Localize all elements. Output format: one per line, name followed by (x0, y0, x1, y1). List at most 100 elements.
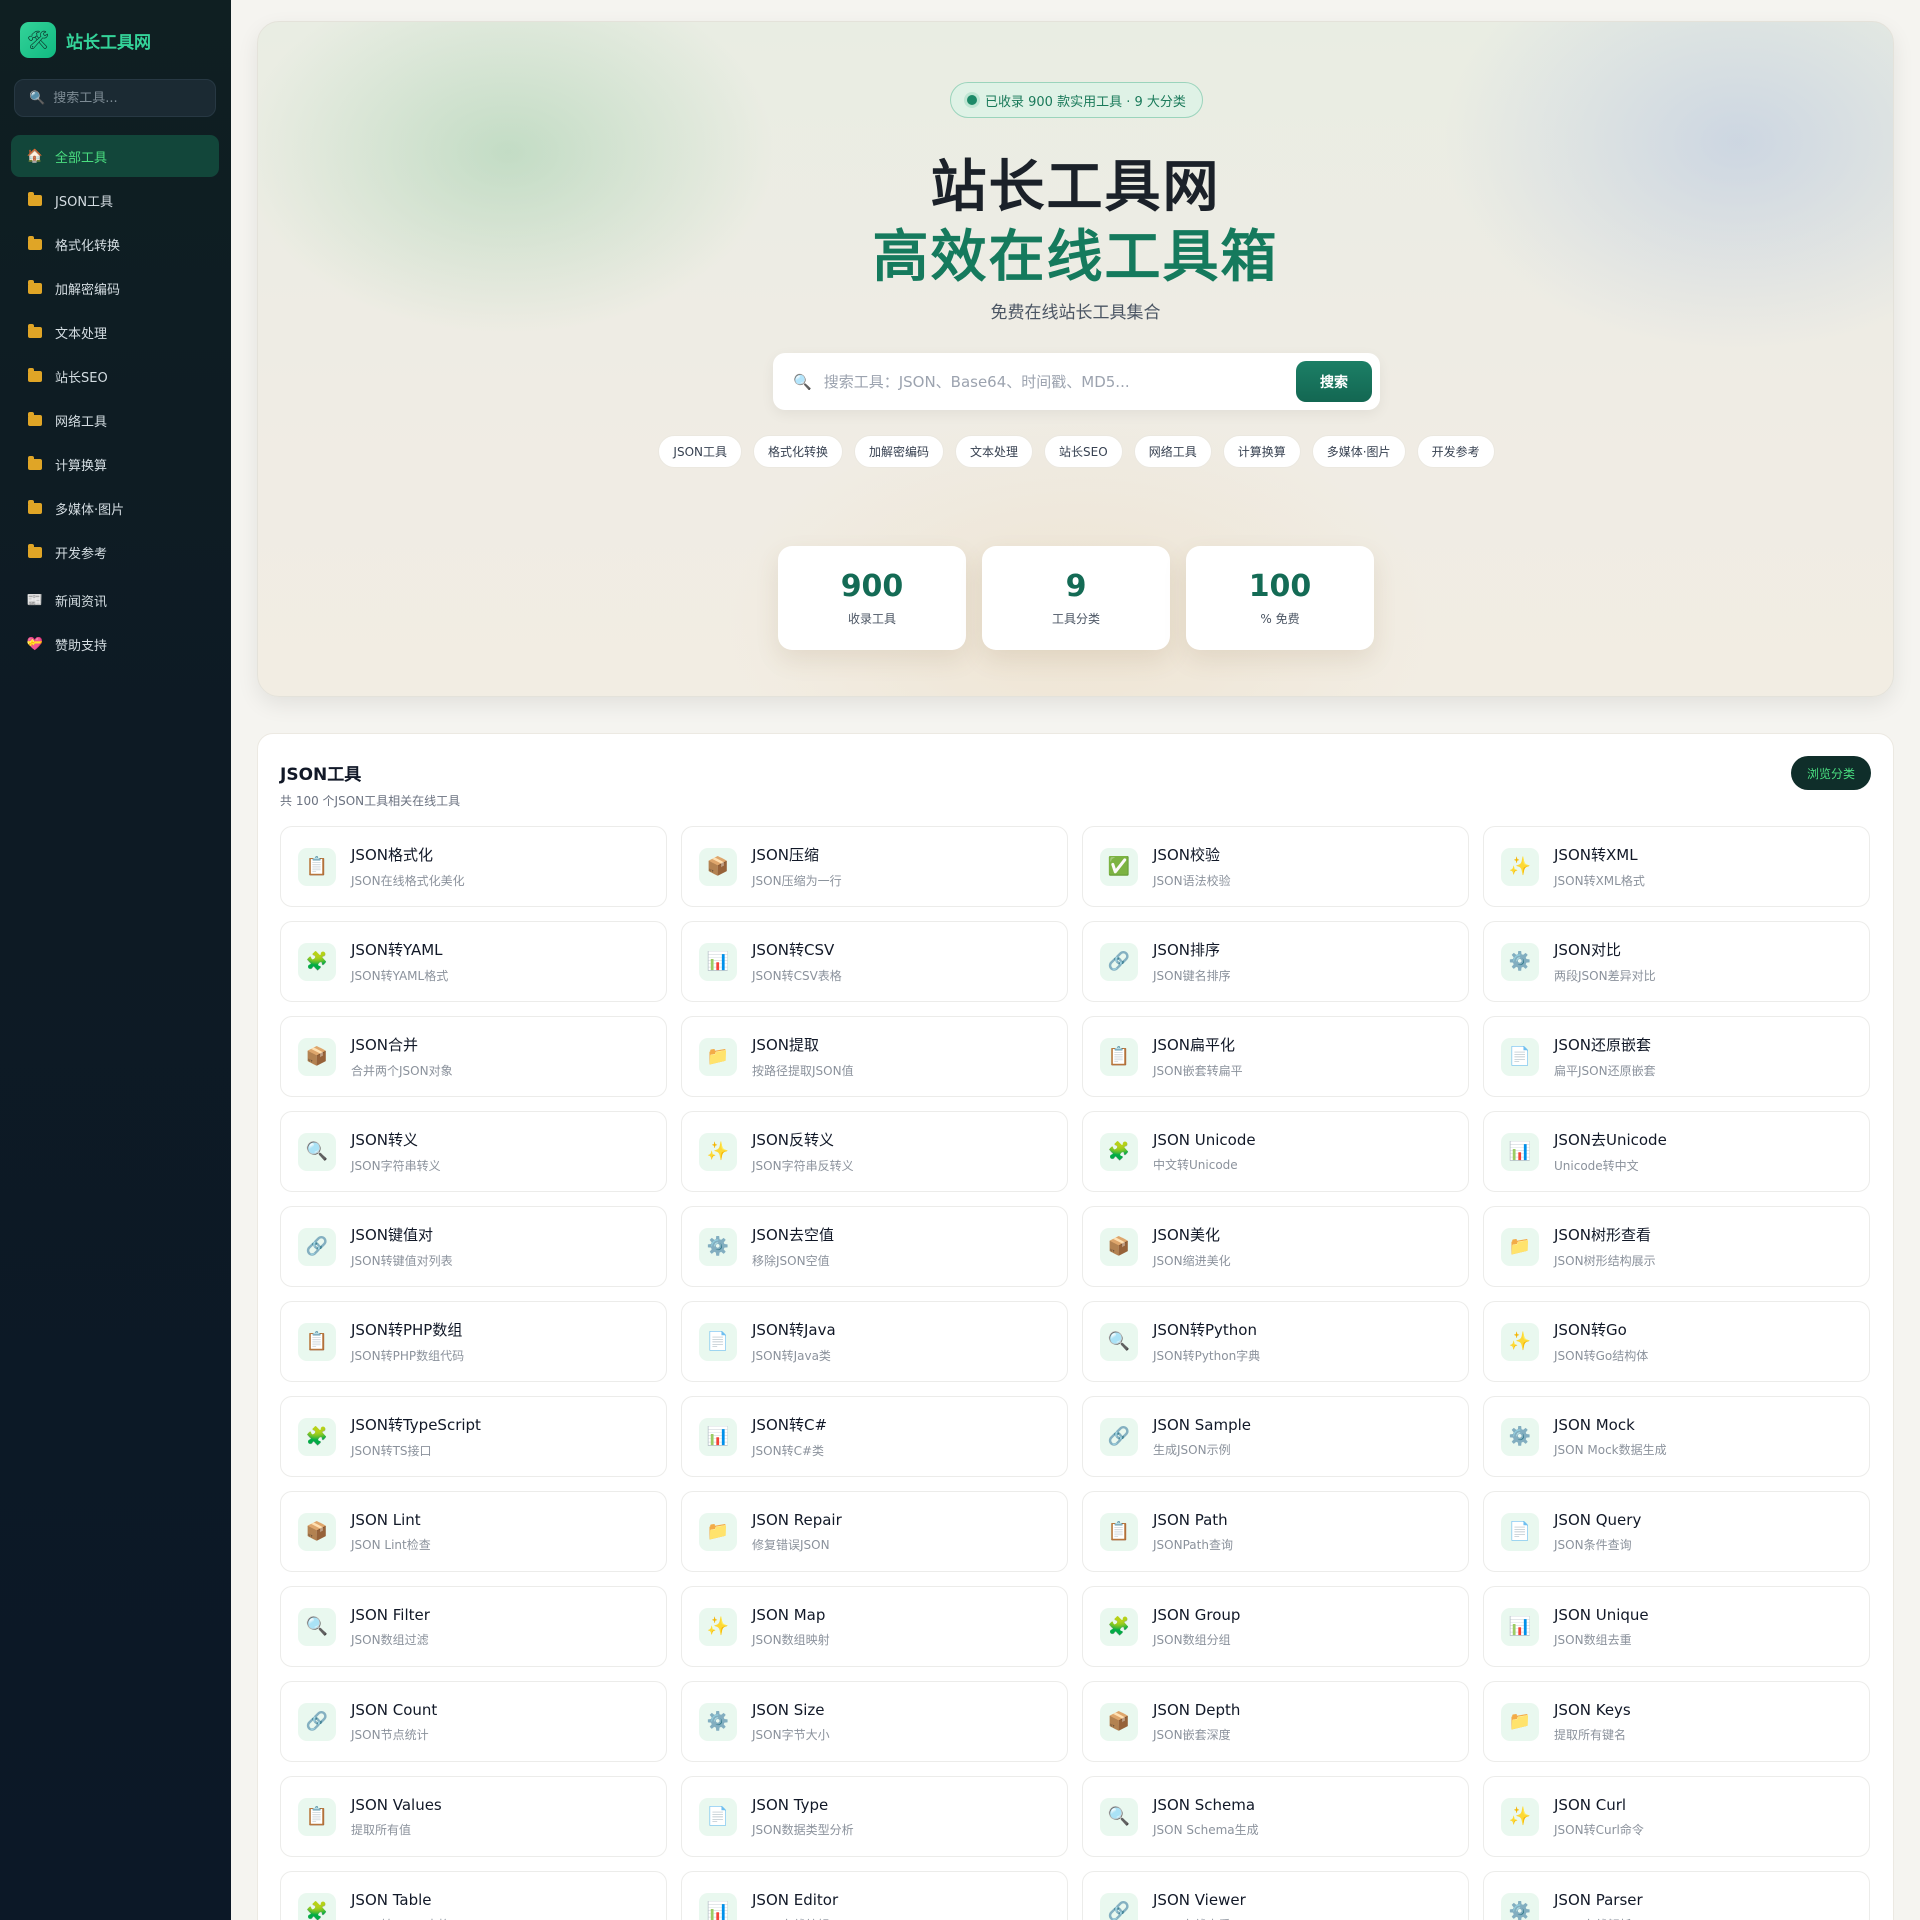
sidebar-item-label: 网络工具 (55, 414, 108, 430)
sidebar-item-label: 计算换算 (55, 458, 108, 474)
tool-card[interactable]: 📋 JSON转PHP数组 JSON转PHP数组代码 (280, 1301, 667, 1382)
tool-card[interactable]: 📋 JSON Values 提取所有值 (280, 1776, 667, 1857)
tool-card[interactable]: 🔗 JSON Count JSON节点统计 (280, 1681, 667, 1762)
tool-card[interactable]: 📊 JSON去Unicode Unicode转中文 (1483, 1111, 1870, 1192)
tool-card-title: JSON Sample (1153, 1415, 1251, 1434)
tool-card[interactable]: 📦 JSON美化 JSON缩进美化 (1082, 1206, 1469, 1287)
tool-card[interactable]: 🔍 JSON转义 JSON字符串转义 (280, 1111, 667, 1192)
tool-card-text: JSON Map JSON数组映射 (752, 1606, 830, 1648)
tool-card[interactable]: ✨ JSON Curl JSON转Curl命令 (1483, 1776, 1870, 1857)
tool-card[interactable]: 📁 JSON提取 按路径提取JSON值 (681, 1016, 1068, 1097)
category-chip[interactable]: 网络工具 (1133, 435, 1212, 468)
tool-card-desc: JSON字节大小 (752, 1727, 830, 1742)
sidebar-item[interactable]: 📰 新闻资讯 (11, 579, 219, 621)
sidebar-search[interactable]: 🔍 (14, 79, 216, 117)
tool-card[interactable]: 🔍 JSON Schema JSON Schema生成 (1082, 1776, 1469, 1857)
tool-card[interactable]: 📄 JSON Type JSON数据类型分析 (681, 1776, 1068, 1857)
tool-card[interactable]: 🔗 JSON排序 JSON键名排序 (1082, 921, 1469, 1002)
tool-card[interactable]: 🧩 JSON转TypeScript JSON转TS接口 (280, 1396, 667, 1477)
sidebar-item[interactable]: 🏠 全部工具 (11, 135, 219, 177)
tool-card-desc: JSON转PHP数组代码 (351, 1349, 465, 1363)
sidebar-item[interactable]: JSON工具 (11, 179, 219, 221)
tool-card[interactable]: 📊 JSON转CSV JSON转CSV表格 (681, 921, 1068, 1002)
sidebar-item[interactable]: 多媒体·图片 (11, 487, 219, 529)
search-button[interactable]: 搜索 (1296, 361, 1372, 402)
tool-card[interactable]: 🧩 JSON Group JSON数组分组 (1082, 1586, 1469, 1667)
folder-icon: 📁 (699, 1037, 737, 1076)
sidebar-item[interactable]: 💝 赞助支持 (11, 623, 219, 665)
sidebar-item[interactable]: 格式化转换 (11, 223, 219, 265)
tool-card[interactable]: 🔍 JSON转Python JSON转Python字典 (1082, 1301, 1469, 1382)
tool-card[interactable]: ✨ JSON转Go JSON转Go结构体 (1483, 1301, 1870, 1382)
tool-card[interactable]: 📋 JSON扁平化 JSON嵌套转扁平 (1082, 1016, 1469, 1097)
section-subtitle: 共 100 个JSON工具相关在线工具 (280, 794, 461, 808)
tool-card-desc: JSON节点统计 (351, 1727, 429, 1742)
category-chip[interactable]: 加解密编码 (854, 435, 945, 468)
sidebar-item[interactable]: 计算换算 (11, 443, 219, 485)
category-chip[interactable]: 开发参考 (1416, 435, 1495, 468)
tool-card[interactable]: 🔗 JSON键值对 JSON转键值对列表 (280, 1206, 667, 1287)
tool-card[interactable]: 📊 JSON Unique JSON数组去重 (1483, 1586, 1870, 1667)
tool-card[interactable]: ✨ JSON转XML JSON转XML格式 (1483, 826, 1870, 907)
tool-card[interactable]: ✨ JSON Map JSON数组映射 (681, 1586, 1068, 1667)
category-chip[interactable]: 格式化转换 (753, 435, 844, 468)
tool-card[interactable]: ⚙️ JSON去空值 移除JSON空值 (681, 1206, 1068, 1287)
tool-card[interactable]: 📁 JSON Keys 提取所有键名 (1483, 1681, 1870, 1762)
category-chip[interactable]: 多媒体·图片 (1311, 435, 1406, 468)
tool-card[interactable]: 🔗 JSON Viewer JSON在线查看 (1082, 1871, 1469, 1920)
bar-chart-icon: 📊 (699, 942, 737, 981)
tool-card[interactable]: 🔗 JSON Sample 生成JSON示例 (1082, 1396, 1469, 1477)
tool-card[interactable]: ✅ JSON校验 JSON语法校验 (1082, 826, 1469, 907)
tool-card[interactable]: 📄 JSON转Java JSON转Java类 (681, 1301, 1068, 1382)
sidebar-item[interactable]: 开发参考 (11, 531, 219, 573)
tool-card[interactable]: 📋 JSON Path JSONPath查询 (1082, 1491, 1469, 1572)
document-icon: 📄 (1501, 1512, 1539, 1551)
category-chip[interactable]: JSON工具 (658, 435, 742, 468)
tool-card[interactable]: 📄 JSON Query JSON条件查询 (1483, 1491, 1870, 1572)
sparkle-icon: ✨ (1501, 847, 1539, 886)
tool-card-desc: JSON在线解析 (1554, 1916, 1643, 1920)
category-chip[interactable]: 文本处理 (955, 435, 1034, 468)
tool-card-text: JSON格式化 JSON在线格式化美化 (351, 844, 465, 889)
tool-card[interactable]: ⚙️ JSON对比 两段JSON差异对比 (1483, 921, 1870, 1002)
tool-card-desc: JSON数据类型分析 (752, 1822, 854, 1837)
hero-search-input[interactable] (823, 372, 1296, 391)
tool-card[interactable]: 🧩 JSON转YAML JSON转YAML格式 (280, 921, 667, 1002)
sidebar-item[interactable]: 文本处理 (11, 311, 219, 353)
folder-icon: 📁 (1501, 1227, 1539, 1266)
category-chip[interactable]: 计算换算 (1222, 435, 1301, 468)
tool-card[interactable]: 📦 JSON Depth JSON嵌套深度 (1082, 1681, 1469, 1762)
sidebar-search-input[interactable] (53, 90, 204, 106)
sidebar-item[interactable]: 站长SEO (11, 355, 219, 397)
tool-card-title: JSON Size (752, 1700, 825, 1719)
tool-card[interactable]: 📦 JSON压缩 JSON压缩为一行 (681, 826, 1068, 907)
folder-icon (27, 499, 43, 514)
tool-card[interactable]: ⚙️ JSON Mock JSON Mock数据生成 (1483, 1396, 1870, 1477)
tool-card-desc: Unicode转中文 (1554, 1159, 1639, 1173)
sidebar-item[interactable]: 加解密编码 (11, 267, 219, 309)
tool-card-title: JSON Curl (1554, 1795, 1627, 1814)
tool-card-title: JSON提取 (752, 1036, 819, 1054)
tool-card[interactable]: ⚙️ JSON Parser JSON在线解析 (1483, 1871, 1870, 1920)
browse-category-button[interactable]: 浏览分类 (1790, 756, 1871, 790)
tool-card[interactable]: 📊 JSON转C# JSON转C#类 (681, 1396, 1068, 1477)
tool-card[interactable]: ✨ JSON反转义 JSON字符串反转义 (681, 1111, 1068, 1192)
tool-card[interactable]: 📦 JSON Lint JSON Lint检查 (280, 1491, 667, 1572)
tool-card[interactable]: 📋 JSON格式化 JSON在线格式化美化 (280, 826, 667, 907)
tool-card-desc: JSON转Curl命令 (1554, 1822, 1644, 1837)
tool-card[interactable]: 📄 JSON还原嵌套 扁平JSON还原嵌套 (1483, 1016, 1870, 1097)
tool-card[interactable]: 📁 JSON Repair 修复错误JSON (681, 1491, 1068, 1572)
tool-card[interactable]: 📁 JSON树形查看 JSON树形结构展示 (1483, 1206, 1870, 1287)
tool-card[interactable]: 🔍 JSON Filter JSON数组过滤 (280, 1586, 667, 1667)
category-chip[interactable]: 站长SEO (1044, 435, 1123, 468)
tool-card[interactable]: ⚙️ JSON Size JSON字节大小 (681, 1681, 1068, 1762)
search-icon: 🔍 (29, 90, 46, 106)
brand[interactable]: 🛠 站长工具网 (20, 22, 151, 58)
link-icon: 🔗 (1100, 1892, 1138, 1920)
tool-card-title: JSON Schema (1153, 1795, 1256, 1814)
sidebar-item[interactable]: 网络工具 (11, 399, 219, 441)
tool-card[interactable]: 🧩 JSON Unicode 中文转Unicode (1082, 1111, 1469, 1192)
tool-card[interactable]: 📦 JSON合并 合并两个JSON对象 (280, 1016, 667, 1097)
tool-card[interactable]: 🧩 JSON Table JSON转HTML表格 (280, 1871, 667, 1920)
tool-card[interactable]: 📊 JSON Editor JSON在线编辑 (681, 1871, 1068, 1920)
